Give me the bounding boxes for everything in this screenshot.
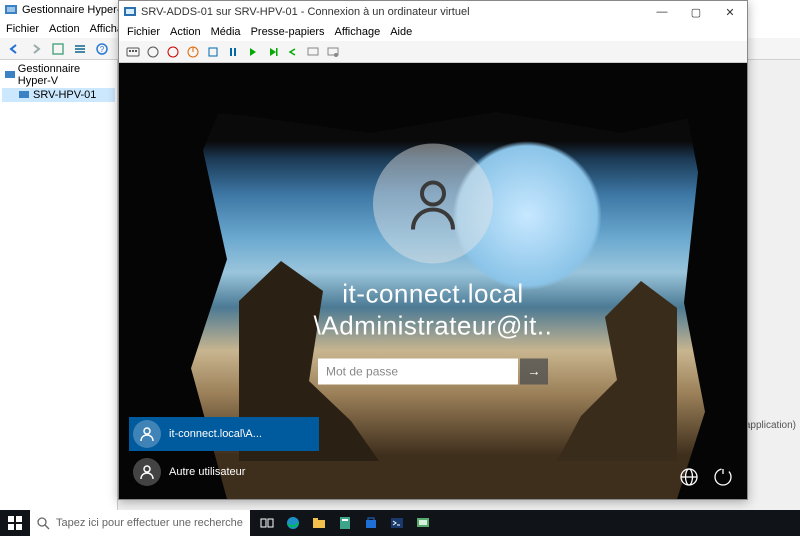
vm-menu-presse-papiers[interactable]: Presse-papiers — [251, 26, 325, 38]
hyperv-icon — [4, 3, 18, 17]
revert-icon[interactable] — [285, 44, 301, 60]
hyperv-taskbar-icon[interactable] — [412, 512, 434, 534]
toolbar-help-icon[interactable]: ? — [92, 39, 112, 59]
vm-connection-window: SRV-ADDS-01 sur SRV-HPV-01 - Connexion à… — [118, 0, 748, 500]
tree-root[interactable]: Gestionnaire Hyper-V — [2, 62, 115, 88]
host-tree: Gestionnaire Hyper-V SRV-HPV-01 — [0, 60, 118, 511]
taskview-icon[interactable] — [256, 512, 278, 534]
host-menu-action[interactable]: Action — [49, 23, 80, 35]
enhanced-session-icon[interactable] — [305, 44, 321, 60]
vm-menu-fichier[interactable]: Fichier — [127, 26, 160, 38]
svg-text:?: ? — [100, 45, 105, 54]
start-icon[interactable] — [145, 44, 161, 60]
share-icon[interactable] — [325, 44, 341, 60]
host-taskbar: Tapez ici pour effectuer une recherche — [0, 510, 800, 536]
search-icon — [36, 516, 50, 530]
login-line2: \Administrateur@it.. — [314, 310, 553, 343]
user-tile-label: Autre utilisateur — [169, 466, 245, 478]
user-tile-current[interactable]: it-connect.local\A... — [129, 417, 319, 451]
vm-title: SRV-ADDS-01 sur SRV-HPV-01 - Connexion à… — [141, 6, 645, 18]
user-switcher: it-connect.local\A... Autre utilisateur — [129, 417, 319, 489]
vmconnect-icon — [123, 5, 137, 19]
taskbar-search[interactable]: Tapez ici pour effectuer une recherche — [30, 510, 250, 536]
turnoff-icon[interactable] — [165, 44, 181, 60]
toolbar-view-icon[interactable] — [48, 39, 68, 59]
checkpoint-icon[interactable] — [265, 44, 281, 60]
host-right-note: (application) — [742, 420, 796, 431]
tree-root-label: Gestionnaire Hyper-V — [18, 63, 113, 87]
host-menu-fichier[interactable]: Fichier — [6, 23, 39, 35]
server-manager-icon[interactable] — [334, 512, 356, 534]
pause-icon[interactable] — [225, 44, 241, 60]
minimize-button[interactable]: — — [645, 1, 679, 23]
save-icon[interactable] — [205, 44, 221, 60]
forward-icon[interactable] — [26, 39, 46, 59]
login-panel: it-connect.local \Administrateur@it.. → — [243, 143, 623, 384]
edge-icon[interactable] — [282, 512, 304, 534]
ctrl-alt-del-icon[interactable] — [125, 44, 141, 60]
vm-menu-aide[interactable]: Aide — [390, 26, 412, 38]
vm-toolbar — [119, 41, 747, 63]
network-icon[interactable] — [679, 467, 699, 487]
submit-login-button[interactable]: → — [520, 358, 548, 384]
password-input[interactable] — [318, 358, 518, 384]
close-button[interactable]: ✕ — [713, 1, 747, 23]
maximize-button[interactable]: ▢ — [679, 1, 713, 23]
user-icon — [133, 420, 161, 448]
vm-titlebar[interactable]: SRV-ADDS-01 sur SRV-HPV-01 - Connexion à… — [119, 1, 747, 23]
vm-menubar: Fichier Action Média Presse-papiers Affi… — [119, 23, 747, 41]
tree-node-label: SRV-HPV-01 — [33, 89, 96, 101]
login-username: it-connect.local \Administrateur@it.. — [314, 277, 553, 342]
vm-menu-action[interactable]: Action — [170, 26, 201, 38]
reset-icon[interactable] — [245, 44, 261, 60]
vm-menu-affichage[interactable]: Affichage — [335, 26, 381, 38]
search-placeholder: Tapez ici pour effectuer une recherche — [56, 517, 243, 529]
host-title: Gestionnaire Hyper-V — [22, 4, 128, 16]
user-icon — [133, 458, 161, 486]
shutdown-icon[interactable] — [185, 44, 201, 60]
explorer-icon[interactable] — [308, 512, 330, 534]
tree-node-srv-hpv-01[interactable]: SRV-HPV-01 — [2, 88, 115, 102]
start-button[interactable] — [0, 510, 30, 536]
vm-guest-display[interactable]: it-connect.local \Administrateur@it.. → … — [119, 63, 747, 499]
user-tile-label: it-connect.local\A... — [169, 428, 262, 440]
user-tile-other[interactable]: Autre utilisateur — [129, 455, 319, 489]
vm-menu-media[interactable]: Média — [211, 26, 241, 38]
store-icon[interactable] — [360, 512, 382, 534]
login-line1: it-connect.local — [314, 277, 553, 310]
user-avatar-icon — [373, 143, 493, 263]
toolbar-list-icon[interactable] — [70, 39, 90, 59]
powershell-icon[interactable] — [386, 512, 408, 534]
ease-of-access-icon[interactable] — [713, 467, 733, 487]
back-icon[interactable] — [4, 39, 24, 59]
